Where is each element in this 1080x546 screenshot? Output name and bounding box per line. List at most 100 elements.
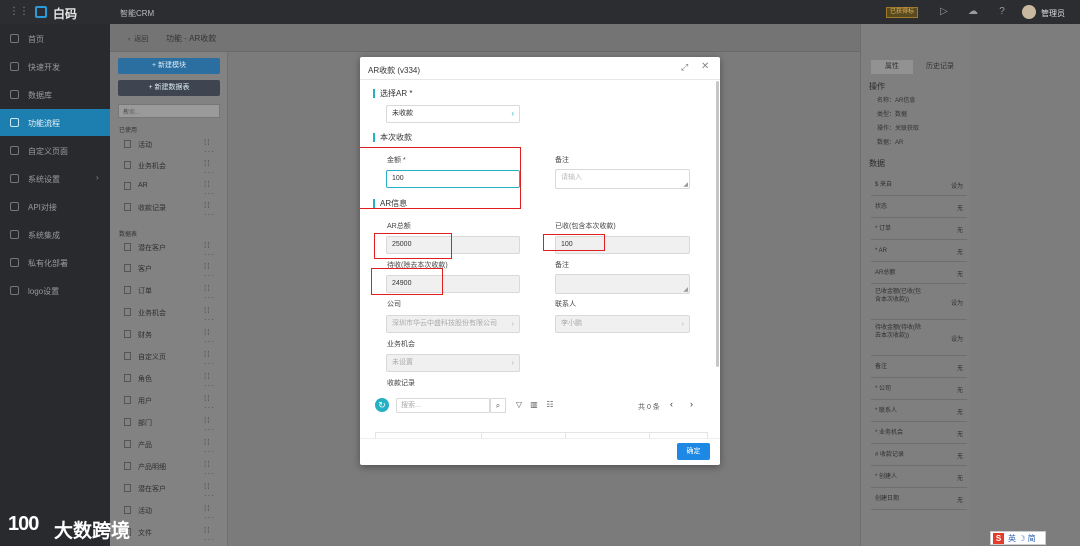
app-name[interactable]: 智能CRM bbox=[120, 8, 154, 19]
chart-icon[interactable]: ▥ bbox=[528, 399, 540, 411]
more-icon[interactable]: ⁞⁞ ··· bbox=[204, 350, 224, 368]
table-row[interactable]: * 创建人无 bbox=[871, 466, 967, 488]
more-icon[interactable]: ⁞⁞ ··· bbox=[204, 460, 224, 478]
more-icon[interactable]: ⁞⁞ ··· bbox=[204, 482, 224, 500]
more-icon[interactable]: ⁞⁞ ··· bbox=[204, 284, 224, 302]
breadcrumb: ‹ 返回 功能 - AR收款 bbox=[110, 24, 970, 52]
table-row[interactable]: * AR 无 bbox=[871, 240, 967, 262]
more-icon[interactable]: ⁞⁞ ··· bbox=[204, 504, 224, 522]
more-icon[interactable]: ⁞⁞ ··· bbox=[204, 438, 224, 456]
list-item[interactable]: 业务机会 ⁞⁞ ··· bbox=[124, 156, 224, 177]
records-label: 收款记录 bbox=[387, 380, 415, 387]
table-row[interactable]: 备注无 bbox=[871, 356, 967, 378]
more-icon[interactable]: ⁞⁞ ··· bbox=[204, 328, 224, 346]
app-grid-icon[interactable]: ⋮⋮ bbox=[9, 7, 29, 17]
search-icon[interactable]: ⌕ bbox=[123, 106, 216, 116]
records-search-input[interactable]: 搜索... bbox=[396, 398, 490, 413]
filter-icon[interactable]: ▽ bbox=[513, 399, 525, 411]
back-link[interactable]: ‹ 返回 bbox=[128, 34, 148, 44]
select-ar-field[interactable]: 未收款 › bbox=[386, 105, 520, 123]
note2-label: 备注 bbox=[555, 262, 569, 269]
company-label: 公司 bbox=[387, 301, 401, 308]
list-item[interactable]: 客户 ⁞⁞ ··· bbox=[124, 259, 224, 280]
search-icon[interactable]: ⌕ bbox=[490, 398, 506, 413]
next-page-icon[interactable]: › bbox=[690, 399, 693, 409]
ime-status[interactable]: 英 ☽ 简 bbox=[1008, 533, 1036, 544]
more-icon[interactable]: ⁞⁞ ··· bbox=[204, 306, 224, 324]
list-item[interactable]: 部门 ⁞⁞ ··· bbox=[124, 413, 224, 434]
list-item[interactable]: 产品 ⁞⁞ ··· bbox=[124, 435, 224, 456]
settings-icon[interactable]: ☷ bbox=[544, 399, 556, 411]
list-item[interactable]: 活动 ⁞⁞ ··· bbox=[124, 135, 224, 156]
confirm-button[interactable]: 确定 bbox=[677, 443, 710, 460]
list-item[interactable]: 产品明细 ⁞⁞ ··· bbox=[124, 457, 224, 478]
list-item[interactable]: 潜在客户 ⁞⁞ ··· bbox=[124, 479, 224, 500]
sidebar-item-custom-page[interactable]: 自定义页面 bbox=[0, 137, 110, 164]
list-item[interactable]: 自定义页 ⁞⁞ ··· bbox=[124, 347, 224, 368]
table-row[interactable]: * 公司无 bbox=[871, 378, 967, 400]
sidebar-item-api[interactable]: API对接 bbox=[0, 193, 110, 220]
more-icon[interactable]: ⁞⁞ ··· bbox=[204, 159, 224, 177]
modal-scrollbar[interactable] bbox=[716, 81, 719, 367]
sidebar-item-private-deploy[interactable]: 私有化部署 bbox=[0, 249, 110, 276]
list-item[interactable]: 财务 ⁞⁞ ··· bbox=[124, 325, 224, 346]
function-panel: + 新建模块 + 新建数据表 搜索... ⌕ 已使用 活动 ⁞⁞ ··· 业务机会… bbox=[110, 52, 228, 546]
table-row[interactable]: * 订单无 bbox=[871, 218, 967, 240]
note-field[interactable]: 请输入 ◢ bbox=[555, 169, 690, 189]
table-row[interactable]: 待收金额(待收(除去本次收款)) 设为 bbox=[871, 320, 967, 356]
new-module-button[interactable]: + 新建模块 bbox=[118, 58, 220, 74]
list-item[interactable]: 订单 ⁞⁞ ··· bbox=[124, 281, 224, 302]
resize-handle-icon[interactable]: ◢ bbox=[683, 182, 688, 188]
sidebar-item-quick-dev[interactable]: 快速开发 bbox=[0, 53, 110, 80]
user-name[interactable]: 管理员 bbox=[1041, 8, 1065, 19]
list-item[interactable]: 角色 ⁞⁞ ··· bbox=[124, 369, 224, 390]
sidebar-item-logo-settings[interactable]: logo设置 bbox=[0, 277, 110, 304]
prev-page-icon[interactable]: ‹ bbox=[670, 399, 673, 409]
more-icon[interactable]: ⁞⁞ ··· bbox=[204, 372, 224, 390]
play-icon[interactable]: ▷ bbox=[938, 6, 950, 18]
more-icon[interactable]: ⁞⁞ ··· bbox=[204, 526, 224, 544]
list-item[interactable]: AR ⁞⁞ ··· bbox=[124, 177, 224, 198]
list-item[interactable]: 业务机会 ⁞⁞ ··· bbox=[124, 303, 224, 324]
note2-field: ◢ bbox=[555, 274, 690, 294]
sidebar-item-database[interactable]: 数据库 bbox=[0, 81, 110, 108]
close-icon[interactable]: ✕ bbox=[701, 61, 709, 72]
sidebar-item-integration[interactable]: 系统集成 bbox=[0, 221, 110, 248]
more-icon[interactable]: ⁞⁞ ··· bbox=[204, 394, 224, 412]
expand-icon[interactable]: ⤢ bbox=[681, 62, 688, 73]
function-search-input[interactable]: 搜索... ⌕ bbox=[118, 104, 220, 118]
list-item[interactable]: 潜在客户 ⁞⁞ ··· bbox=[124, 238, 224, 259]
table-row[interactable]: AR总额无 bbox=[871, 262, 967, 284]
tab-history[interactable]: 历史记录 bbox=[919, 60, 961, 74]
op-action: 操作：关联获取 bbox=[877, 126, 920, 132]
table-row[interactable]: # 收款记录无 bbox=[871, 444, 967, 466]
more-icon[interactable]: ⁞⁞ ··· bbox=[204, 201, 224, 219]
more-icon[interactable]: ⁞⁞ ··· bbox=[204, 241, 224, 259]
table-row[interactable]: 状态无 bbox=[871, 196, 967, 218]
table-row[interactable]: 已收金额(已收(包含本次收款)) 设为 bbox=[871, 284, 967, 320]
sidebar-item-system-settings[interactable]: 系统设置 › bbox=[0, 165, 110, 192]
list-item[interactable]: 收款记录 ⁞⁞ ··· bbox=[124, 198, 224, 219]
sidebar-item-home[interactable]: 首页 bbox=[0, 25, 110, 52]
more-icon[interactable]: ⁞⁞ ··· bbox=[204, 138, 224, 156]
table-row[interactable]: * 业务机会无 bbox=[871, 422, 967, 444]
sidebar-item-function-flow[interactable]: 功能流程 bbox=[0, 109, 110, 136]
more-icon[interactable]: ⁞⁞ ··· bbox=[204, 416, 224, 434]
new-table-button[interactable]: + 新建数据表 bbox=[118, 80, 220, 96]
ime-toolbar[interactable]: S 英 ☽ 简 bbox=[990, 531, 1046, 545]
refresh-icon[interactable]: ↻ bbox=[375, 398, 389, 412]
list-item[interactable]: 用户 ⁞⁞ ··· bbox=[124, 391, 224, 412]
more-icon[interactable]: ⁞⁞ ··· bbox=[204, 180, 224, 198]
tab-properties[interactable]: 属性 bbox=[871, 60, 913, 74]
table-row[interactable]: $ 来自 设为 bbox=[871, 174, 967, 196]
sogou-icon: S bbox=[993, 533, 1004, 544]
cloud-icon[interactable]: ☁ bbox=[967, 6, 979, 18]
table-row[interactable]: * 联系人无 bbox=[871, 400, 967, 422]
table-row[interactable]: 创建日期无 bbox=[871, 488, 967, 510]
avatar[interactable] bbox=[1022, 5, 1036, 19]
file-icon bbox=[124, 374, 131, 382]
status-tag[interactable]: 已获得标 bbox=[886, 7, 919, 18]
file-icon bbox=[124, 203, 131, 211]
more-icon[interactable]: ⁞⁞ ··· bbox=[204, 262, 224, 280]
help-icon[interactable]: ? bbox=[996, 6, 1008, 18]
